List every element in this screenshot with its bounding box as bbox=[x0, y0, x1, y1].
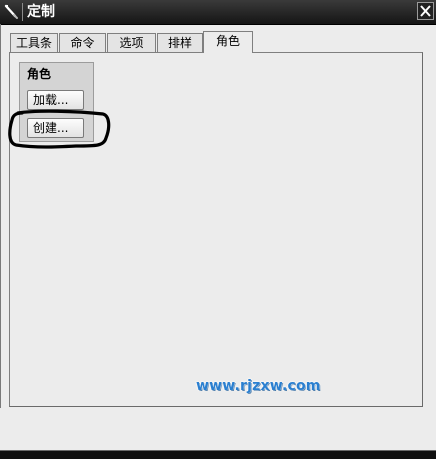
watermark-text: www.rjzxw.com bbox=[196, 378, 321, 394]
tab-roles[interactable]: 角色 bbox=[203, 31, 253, 53]
dialog-footer bbox=[0, 408, 436, 452]
create-button[interactable]: 创建... bbox=[27, 118, 84, 138]
window-left-border bbox=[0, 24, 1, 454]
tab-options[interactable]: 选项 bbox=[107, 33, 156, 52]
close-button[interactable] bbox=[417, 2, 434, 20]
load-button[interactable]: 加载... bbox=[27, 90, 84, 110]
bottom-bar bbox=[0, 450, 436, 459]
tab-layout[interactable]: 排样 bbox=[157, 33, 203, 52]
close-icon bbox=[420, 5, 431, 17]
tab-toolbars[interactable]: 工具条 bbox=[10, 33, 58, 52]
window-title: 定制 bbox=[27, 4, 55, 20]
title-bar[interactable]: 定制 bbox=[0, 0, 436, 25]
role-group-title: 角色 bbox=[27, 67, 52, 81]
tool-wrench-icon bbox=[3, 3, 19, 20]
title-separator bbox=[22, 3, 23, 21]
tab-commands[interactable]: 命令 bbox=[59, 33, 106, 52]
